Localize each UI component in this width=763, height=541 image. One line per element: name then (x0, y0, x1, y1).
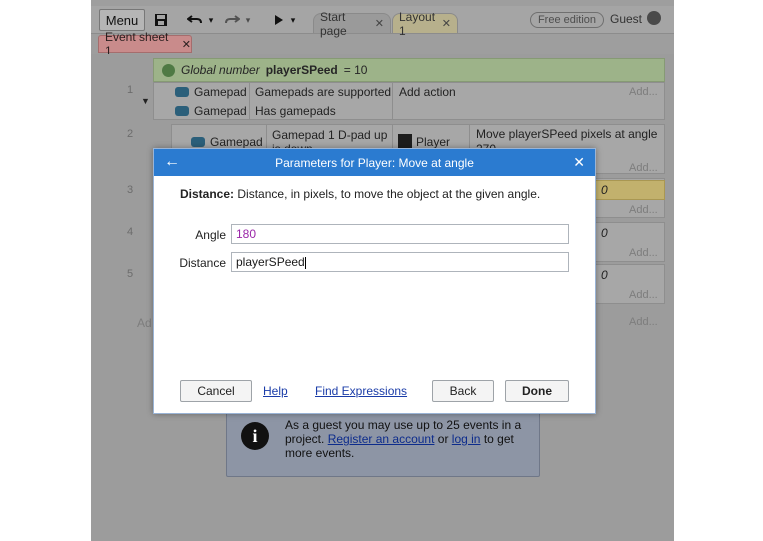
close-icon[interactable]: ✕ (573, 154, 585, 170)
menu-button[interactable]: Menu (99, 9, 145, 31)
add-link[interactable]: Add... (629, 316, 658, 328)
global-name: playerSPeed (265, 63, 338, 77)
gamepad-icon (175, 106, 189, 116)
angle-input[interactable]: 180 (231, 224, 569, 244)
event-number: 4 (127, 226, 134, 238)
add-link[interactable]: Add... (629, 289, 658, 301)
global-variable-row[interactable]: Global number playerSPeed = 10 (153, 58, 665, 82)
back-button[interactable]: Back (432, 380, 494, 402)
tab-layout-1-label: Layout 1 (399, 9, 436, 38)
info-icon: i (241, 422, 269, 450)
close-icon[interactable]: ✕ (442, 17, 451, 30)
condition-text: Has gamepads (255, 104, 336, 118)
add-link[interactable]: Add... (629, 204, 658, 216)
condition-object: Gamepad (194, 85, 247, 99)
add-event-link[interactable]: Ad (137, 316, 152, 330)
save-icon[interactable] (151, 9, 171, 31)
condition-object: Gamepad (210, 135, 263, 149)
play-dropdown-icon[interactable]: ▾ (289, 9, 297, 31)
gamepad-icon (175, 87, 189, 97)
user-name[interactable]: Guest (610, 12, 642, 26)
condition-item[interactable]: Gamepad (175, 104, 247, 118)
tab-event-sheet-1[interactable]: Event sheet 1 ✕ (98, 30, 192, 58)
redo-dropdown-icon[interactable]: ▾ (244, 9, 252, 31)
tab-layout-1[interactable]: Layout 1 ✕ (392, 10, 458, 38)
find-expressions-link[interactable]: Find Expressions (315, 384, 407, 398)
distance-label: Distance (179, 256, 226, 270)
close-icon[interactable]: ✕ (182, 38, 191, 51)
undo-icon[interactable] (184, 9, 206, 31)
condition-object: Gamepad (194, 104, 247, 118)
action-value: 0 (601, 226, 608, 240)
done-button[interactable]: Done (505, 380, 569, 402)
condition-text: Gamepads are supported (255, 85, 392, 99)
event-number: 5 (127, 268, 134, 280)
dialog-title: Parameters for Player: Move at angle (275, 155, 474, 170)
login-link[interactable]: log in (452, 432, 481, 446)
info-text-middle: or (437, 432, 449, 446)
gamepad-icon (191, 137, 205, 147)
player-sprite-icon (398, 134, 412, 148)
condition-item[interactable]: Gamepad (191, 135, 263, 149)
add-link[interactable]: Add... (629, 86, 658, 98)
register-link[interactable]: Register an account (328, 432, 435, 446)
play-icon[interactable] (271, 9, 287, 31)
action-value: 0 (601, 183, 608, 197)
tab-start-page-label: Start page (320, 9, 347, 38)
angle-label: Angle (195, 228, 226, 242)
toolbar: Menu ▾ ▾ ▾ Start page ✕ Layout 1 ✕ Free … (91, 6, 674, 38)
divider (249, 82, 250, 120)
undo-dropdown-icon[interactable]: ▾ (207, 9, 215, 31)
event-number: 1 (127, 84, 134, 96)
add-link[interactable]: Add... (629, 162, 658, 174)
add-link[interactable]: Add... (629, 247, 658, 259)
distance-value: playerSPeed (236, 255, 305, 269)
guest-info-text: As a guest you may use up to 25 events i… (285, 418, 525, 460)
action-object: Player (416, 135, 451, 149)
description-text: Distance, in pixels, to move the object … (237, 187, 541, 201)
parameter-description: Distance: Distance, in pixels, to move t… (180, 187, 540, 201)
collapse-arrow-icon[interactable]: ▼ (141, 96, 150, 106)
help-link[interactable]: Help (263, 384, 288, 398)
parameters-dialog: ← Parameters for Player: Move at angle ✕… (153, 148, 596, 414)
user-avatar-icon[interactable] (647, 11, 661, 25)
tab-start-page[interactable]: Start page ✕ (313, 10, 391, 38)
action-text[interactable]: Move playerSPeed pixels at angle (476, 127, 657, 141)
global-prefix: Global number (181, 63, 260, 77)
redo-icon[interactable] (221, 9, 243, 31)
distance-input[interactable]: playerSPeed (231, 252, 569, 272)
condition-item[interactable]: Gamepad (175, 85, 247, 99)
cancel-button[interactable]: Cancel (180, 380, 252, 402)
edition-badge[interactable]: Free edition (530, 12, 604, 28)
event-number: 3 (127, 184, 134, 196)
condition-text: Gamepad 1 D-pad up (272, 128, 388, 142)
globe-icon (162, 63, 175, 77)
event-number: 2 (127, 128, 134, 140)
divider (392, 82, 393, 120)
text-caret (304, 256, 306, 269)
description-label: Distance: (180, 187, 235, 201)
action-value: 0 (601, 268, 608, 282)
back-arrow-icon[interactable]: ← (164, 153, 180, 171)
close-icon[interactable]: ✕ (375, 17, 384, 30)
dialog-title-bar: ← Parameters for Player: Move at angle ✕ (154, 149, 595, 176)
global-value: = 10 (343, 63, 368, 77)
add-action-link[interactable]: Add action (399, 85, 456, 99)
guest-info-box: i As a guest you may use up to 25 events… (226, 409, 540, 477)
